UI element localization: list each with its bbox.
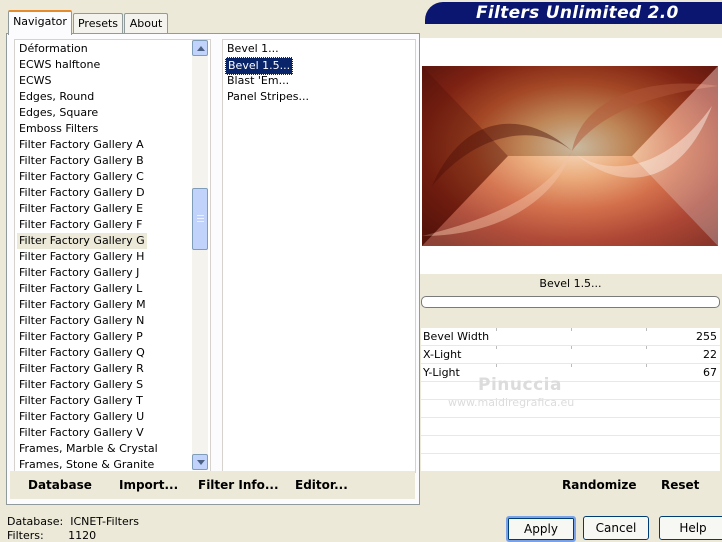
category-item[interactable]: Filter Factory Gallery H bbox=[17, 249, 146, 265]
param-value: 22 bbox=[703, 348, 717, 361]
param-row-empty[interactable] bbox=[421, 436, 720, 454]
cancel-button[interactable]: Cancel bbox=[583, 516, 649, 540]
category-item[interactable]: Déformation bbox=[17, 41, 90, 57]
category-item[interactable]: Filter Factory Gallery R bbox=[17, 361, 146, 377]
category-item[interactable]: Filter Factory Gallery L bbox=[17, 281, 144, 297]
slider-tick bbox=[496, 328, 497, 331]
arrow-down-icon bbox=[197, 460, 205, 465]
param-row-empty[interactable] bbox=[421, 418, 720, 436]
category-item[interactable]: Filter Factory Gallery V bbox=[17, 425, 146, 441]
filters-status-value: 1120 bbox=[68, 529, 97, 542]
filter-item[interactable]: Bevel 1... bbox=[225, 41, 281, 57]
param-value: 67 bbox=[703, 366, 717, 379]
progress-bar bbox=[421, 296, 720, 308]
category-item[interactable]: Filter Factory Gallery S bbox=[17, 377, 145, 393]
category-item[interactable]: Frames, Marble & Crystal bbox=[17, 441, 160, 457]
slider-tick bbox=[646, 328, 647, 331]
param-value: 255 bbox=[696, 330, 717, 343]
filter-list[interactable]: Bevel 1... Bevel 1.5... Blast 'Em... Panel … bbox=[222, 39, 416, 473]
slider-tick bbox=[496, 346, 497, 349]
category-list[interactable]: Déformation ECWS halftone ECWS Edges, Round… bbox=[14, 39, 211, 473]
arrow-up-icon bbox=[197, 46, 205, 51]
preview-image bbox=[422, 66, 718, 246]
category-item[interactable]: Filter Factory Gallery B bbox=[17, 153, 146, 169]
category-item[interactable]: Filter Factory Gallery P bbox=[17, 329, 145, 345]
database-button[interactable]: Database bbox=[28, 478, 92, 492]
category-item[interactable]: Edges, Square bbox=[17, 105, 100, 121]
category-item[interactable]: ECWS halftone bbox=[17, 57, 102, 73]
param-slider-row[interactable]: X-Light 22 bbox=[421, 346, 720, 364]
param-label: X-Light bbox=[423, 348, 462, 361]
slider-tick bbox=[571, 364, 572, 367]
param-label: Bevel Width bbox=[423, 330, 490, 343]
category-item[interactable]: Filter Factory Gallery D bbox=[17, 185, 147, 201]
filter-info-button[interactable]: Filter Info... bbox=[198, 478, 279, 492]
param-slider-row[interactable]: Y-Light 67 bbox=[421, 364, 720, 382]
slider-tick bbox=[571, 328, 572, 331]
category-item[interactable]: Filter Factory Gallery G bbox=[17, 233, 147, 249]
grip-line bbox=[197, 221, 204, 222]
category-item[interactable]: Filter Factory Gallery Q bbox=[17, 345, 147, 361]
category-item[interactable]: Filter Factory Gallery U bbox=[17, 409, 146, 425]
tab-about[interactable]: About bbox=[124, 13, 168, 33]
category-item[interactable]: Filter Factory Gallery F bbox=[17, 217, 144, 233]
tab-presets[interactable]: Presets bbox=[73, 13, 123, 33]
category-item[interactable]: Filter Factory Gallery J bbox=[17, 265, 141, 281]
category-scrollbar[interactable] bbox=[192, 40, 208, 470]
slider-tick bbox=[646, 364, 647, 367]
category-item[interactable]: Filter Factory Gallery T bbox=[17, 393, 145, 409]
apply-button[interactable]: Apply bbox=[506, 516, 576, 542]
watermark-name: Pinuccia bbox=[478, 375, 562, 395]
category-item[interactable]: Filter Factory Gallery E bbox=[17, 201, 145, 217]
category-item[interactable]: Filter Factory Gallery C bbox=[17, 169, 146, 185]
slider-tick bbox=[646, 346, 647, 349]
category-item[interactable]: Filter Factory Gallery M bbox=[17, 297, 148, 313]
grip-line bbox=[197, 218, 204, 219]
editor-button[interactable]: Editor... bbox=[295, 478, 348, 492]
category-item[interactable]: Edges, Round bbox=[17, 89, 96, 105]
scroll-down-button[interactable] bbox=[192, 454, 208, 470]
grip-line bbox=[197, 215, 204, 216]
category-item[interactable]: Filter Factory Gallery N bbox=[17, 313, 146, 329]
param-label: Y-Light bbox=[423, 366, 460, 379]
filters-status: Filters: 1120 bbox=[7, 529, 96, 542]
app-title: Filters Unlimited 2.0 bbox=[476, 3, 679, 23]
filters-status-label: Filters: bbox=[7, 529, 44, 542]
tab-navigator[interactable]: Navigator bbox=[8, 10, 72, 35]
filter-item[interactable]: Panel Stripes... bbox=[225, 89, 311, 105]
category-item[interactable]: Filter Factory Gallery A bbox=[17, 137, 146, 153]
database-status: Database: ICNET-Filters bbox=[7, 515, 139, 528]
category-item[interactable]: Emboss Filters bbox=[17, 121, 100, 137]
param-row-empty[interactable] bbox=[421, 454, 720, 472]
category-item[interactable]: ECWS bbox=[17, 73, 54, 89]
watermark-url: www.maidiregrafica.eu bbox=[448, 396, 575, 409]
filter-item[interactable]: Blast 'Em... bbox=[225, 73, 291, 89]
database-status-label: Database: bbox=[7, 515, 64, 528]
slider-tick bbox=[571, 346, 572, 349]
reset-button[interactable]: Reset bbox=[661, 478, 699, 492]
selected-filter-label: Bevel 1.5... bbox=[421, 274, 720, 294]
randomize-button[interactable]: Randomize bbox=[562, 478, 636, 492]
scroll-up-button[interactable] bbox=[192, 40, 208, 56]
import-button[interactable]: Import... bbox=[119, 478, 178, 492]
scroll-thumb[interactable] bbox=[192, 188, 208, 250]
slider-tick bbox=[496, 364, 497, 367]
database-status-value: ICNET-Filters bbox=[70, 515, 139, 528]
param-slider-row[interactable]: Bevel Width 255 bbox=[421, 328, 720, 346]
help-button[interactable]: Help bbox=[659, 516, 722, 540]
